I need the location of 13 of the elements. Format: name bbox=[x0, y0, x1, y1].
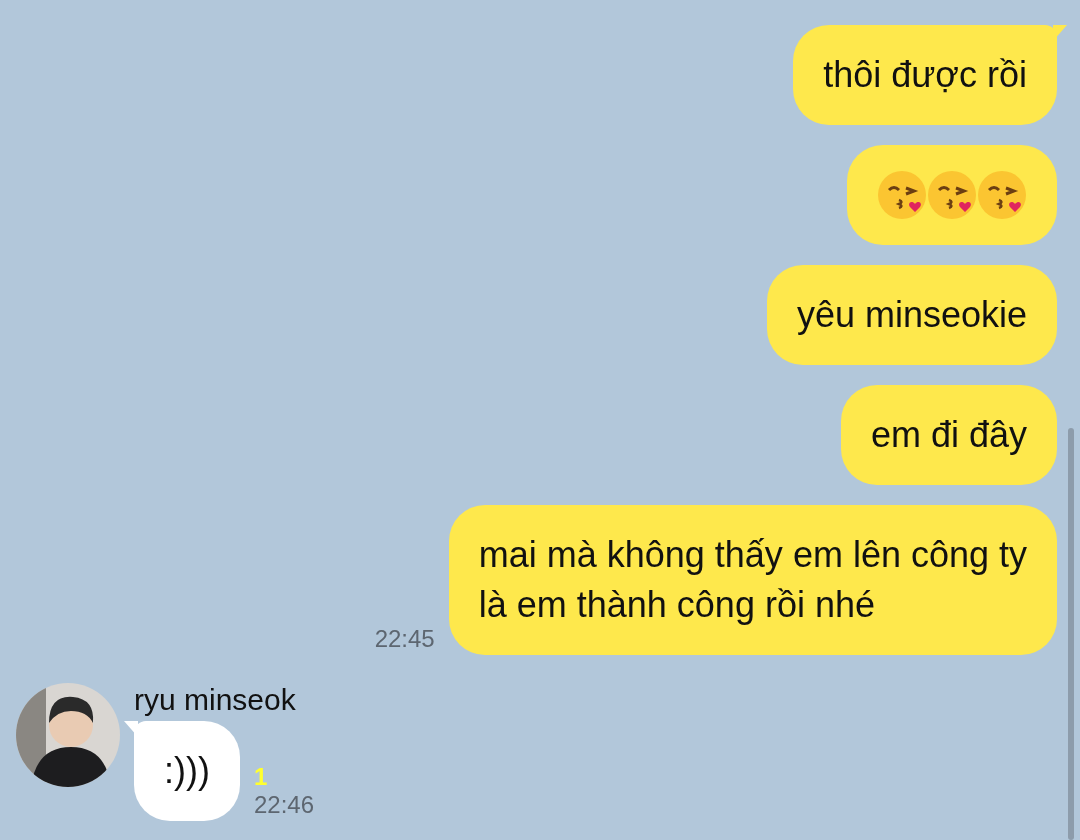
kiss-emoji-icon bbox=[877, 170, 927, 220]
scrollbar[interactable] bbox=[1068, 428, 1074, 840]
kiss-emoji-icon bbox=[977, 170, 1027, 220]
message-bubble: thôi được rồi bbox=[793, 25, 1057, 125]
message-time: 22:46 bbox=[253, 791, 315, 819]
message-bubble: em đi đây bbox=[840, 385, 1057, 485]
message-bubble: mai mà không thấy em lên công ty là em thành công rồi nhé bbox=[448, 505, 1057, 655]
message-time: 22:45 bbox=[374, 625, 435, 653]
kiss-emoji-icon bbox=[927, 170, 977, 220]
unread-count: 1 bbox=[253, 763, 268, 791]
message-bubble: yêu minseokie bbox=[766, 265, 1057, 365]
sender-name: ryu minseok bbox=[134, 683, 297, 717]
message-bubble: :))) bbox=[134, 721, 240, 821]
